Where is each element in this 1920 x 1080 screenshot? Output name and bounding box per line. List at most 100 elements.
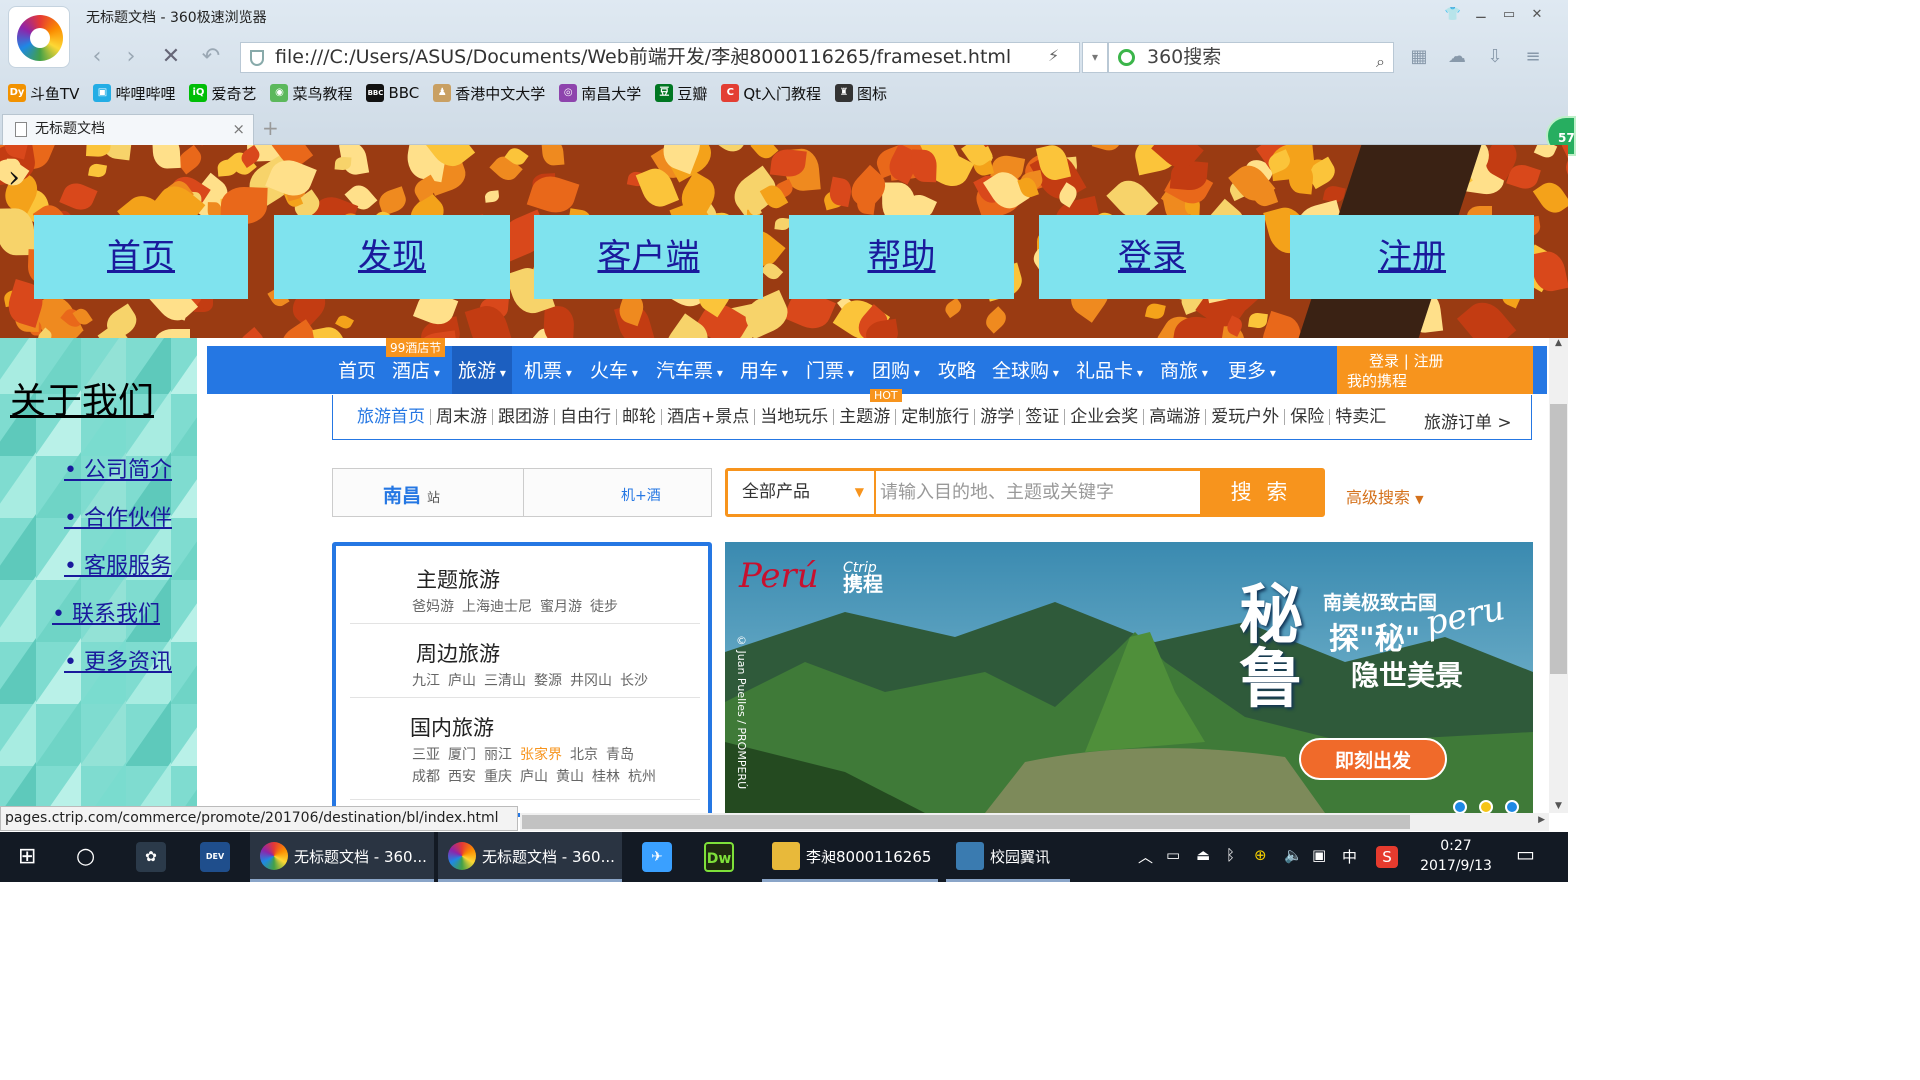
bookmark-item[interactable]: ♜ 图标: [835, 83, 887, 104]
sub-nav-item[interactable]: 周末游: [431, 409, 493, 426]
tag-link[interactable]: 桂林: [592, 769, 620, 785]
tag-link-highlight[interactable]: 张家界: [520, 747, 562, 763]
ctrip-nav-item[interactable]: 首页: [338, 346, 376, 394]
tag-link[interactable]: 重庆: [484, 769, 512, 785]
sub-nav-item[interactable]: 定制旅行: [896, 409, 976, 426]
tag-link[interactable]: 蜜月游: [540, 599, 582, 615]
top-nav-item[interactable]: 发现: [274, 215, 510, 299]
station-city[interactable]: 南昌: [383, 481, 421, 508]
ctrip-nav-item[interactable]: 更多 ▾: [1228, 346, 1276, 394]
ctrip-nav-item[interactable]: 汽车票 ▾: [656, 346, 723, 394]
ctrip-nav-item[interactable]: 火车 ▾: [590, 346, 638, 394]
category-title[interactable]: 国内旅游: [410, 712, 700, 742]
bookmark-item[interactable]: iQ 爱奇艺: [189, 83, 256, 104]
ctrip-nav-item[interactable]: 门票 ▾: [806, 346, 854, 394]
bookmark-item[interactable]: 豆豆瓣: [655, 83, 707, 104]
sub-nav-item[interactable]: 特卖汇: [1330, 409, 1391, 426]
input-language[interactable]: 中: [1342, 846, 1357, 867]
back-icon[interactable]: ‹: [82, 42, 112, 72]
destination-search-input[interactable]: 请输入目的地、主题或关键字: [880, 471, 1180, 514]
ctrip-nav-item[interactable]: 旅游 ▾: [452, 346, 512, 394]
sub-nav-item[interactable]: 当地玩乐: [755, 409, 835, 426]
advanced-search-link[interactable]: 高级搜索 ▼: [1346, 484, 1424, 508]
sub-nav-item[interactable]: 保险: [1285, 409, 1331, 426]
flight-hotel-link[interactable]: 机+酒: [621, 485, 661, 505]
depart-now-button[interactable]: 即刻出发: [1299, 738, 1447, 780]
dreamweaver-icon[interactable]: Dw: [704, 842, 734, 872]
top-nav-item[interactable]: 注册: [1290, 215, 1534, 299]
clock[interactable]: 0:27 2017/9/13: [1418, 836, 1494, 876]
carousel-dot-active[interactable]: [1479, 800, 1493, 813]
tag-link[interactable]: 杭州: [628, 769, 656, 785]
bookmark-item[interactable]: C Qt入门教程: [721, 83, 821, 104]
tag-link[interactable]: 上海迪士尼: [462, 599, 532, 615]
close-window-icon[interactable]: ✕: [1522, 4, 1552, 26]
pinwheel-icon[interactable]: ✿: [136, 842, 166, 872]
cortana-icon[interactable]: ○: [76, 832, 95, 882]
login-register-link[interactable]: 登录 | 注册: [1347, 351, 1533, 371]
travel-orders-link[interactable]: 旅游订单 >: [1424, 408, 1512, 433]
sub-nav-item[interactable]: 酒店+景点: [662, 409, 756, 426]
undo-close-icon[interactable]: ↶: [196, 42, 226, 72]
station-selector[interactable]: 南昌 站 机+酒: [332, 468, 712, 517]
sub-nav-item[interactable]: 邮轮: [617, 409, 662, 426]
left-link[interactable]: • 更多资讯: [10, 644, 172, 676]
tag-link[interactable]: 庐山: [520, 769, 548, 785]
windows-start-icon[interactable]: ⊞: [18, 832, 36, 882]
category-nearby[interactable]: 周边旅游 九江 庐山 三清山 婺源 井冈山 长沙: [350, 638, 700, 698]
category-theme[interactable]: 主题旅游 爸妈游 上海迪士尼 蜜月游 徒步: [350, 564, 700, 624]
taskbar-task[interactable]: 校园翼讯: [946, 832, 1070, 882]
volume-icon[interactable]: 🔈: [1284, 846, 1303, 864]
tag-link[interactable]: 丽江: [484, 747, 512, 763]
tag-link[interactable]: 庐山: [448, 673, 476, 689]
sub-nav-item[interactable]: 签证: [1020, 409, 1066, 426]
sub-nav-item[interactable]: 高端游: [1144, 409, 1207, 426]
url-dropdown-icon[interactable]: ▾: [1082, 42, 1108, 73]
cloud-icon[interactable]: ☁: [1444, 44, 1470, 70]
battery-icon[interactable]: ▭: [1166, 846, 1180, 864]
stop-icon[interactable]: ✕: [156, 42, 186, 72]
tag-link[interactable]: 婺源: [534, 673, 562, 689]
left-link[interactable]: • 联系我们: [10, 596, 160, 628]
category-title[interactable]: 周边旅游: [416, 638, 700, 668]
devcpp-icon[interactable]: DEV C++: [200, 842, 230, 891]
tag-link[interactable]: 徒步: [590, 599, 618, 615]
tag-link[interactable]: 爸妈游: [412, 599, 454, 615]
carousel-dot[interactable]: [1505, 800, 1519, 813]
left-link[interactable]: • 客服服务: [10, 548, 172, 580]
tag-link[interactable]: 长沙: [620, 673, 648, 689]
category-domestic[interactable]: 国内旅游 三亚 厦门 丽江 张家界 北京 青岛 成都 西安 重庆 庐山 黄山 桂林 杭州: [350, 712, 700, 800]
ctrip-nav-item[interactable]: 机票 ▾: [524, 346, 572, 394]
bookmark-item[interactable]: ◎ 南昌大学: [559, 83, 641, 104]
left-link[interactable]: • 公司简介: [10, 452, 172, 484]
ctrip-nav-item[interactable]: 礼品卡 ▾: [1076, 346, 1143, 394]
tag-link[interactable]: 厦门: [448, 747, 476, 763]
tag-link[interactable]: 北京: [570, 747, 598, 763]
top-nav-item[interactable]: 登录: [1039, 215, 1265, 299]
ctrip-nav-item[interactable]: 用车 ▾: [740, 346, 788, 394]
sub-nav-item[interactable]: 企业会奖: [1065, 409, 1145, 426]
search-box[interactable]: 360搜索 ⌕: [1108, 42, 1394, 73]
tag-link[interactable]: 九江: [412, 673, 440, 689]
product-category-select[interactable]: 全部产品 ▼: [728, 471, 876, 514]
menu-icon[interactable]: ⚊: [1466, 4, 1496, 26]
tag-link[interactable]: 三清山: [484, 673, 526, 689]
carousel-dot[interactable]: [1453, 800, 1467, 813]
tag-link[interactable]: 西安: [448, 769, 476, 785]
network-icon[interactable]: ▣: [1312, 846, 1326, 864]
ctrip-nav-item[interactable]: 全球购 ▾: [992, 346, 1059, 394]
close-tab-icon[interactable]: ×: [232, 115, 245, 144]
vertical-scroll-thumb[interactable]: [1550, 404, 1567, 674]
tag-link[interactable]: 井冈山: [570, 673, 612, 689]
ctrip-nav-item[interactable]: 酒店 ▾: [392, 346, 440, 394]
top-nav-item[interactable]: 首页: [34, 215, 248, 299]
ctrip-nav-item[interactable]: 团购 ▾: [872, 346, 920, 394]
tag-link[interactable]: 三亚: [412, 747, 440, 763]
chevron-right-icon[interactable]: ›: [8, 160, 20, 195]
taskbar-task[interactable]: 李昶8000116265: [762, 832, 938, 882]
apps-grid-icon[interactable]: ▦: [1406, 44, 1432, 70]
category-title[interactable]: 主题旅游: [416, 564, 700, 594]
tag-link[interactable]: 青岛: [606, 747, 634, 763]
ctrip-nav-item[interactable]: 攻略: [938, 346, 976, 394]
ctrip-nav-item[interactable]: 商旅 ▾: [1160, 346, 1208, 394]
